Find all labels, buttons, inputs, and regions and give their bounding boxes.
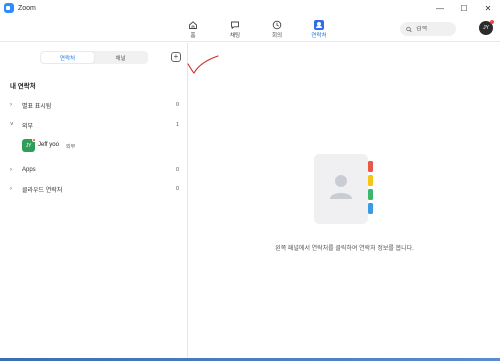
close-button[interactable]: ✕ — [476, 0, 500, 16]
empty-state-message: 왼쪽 패널에서 연락처를 클릭하여 연락처 정보를 봅니다. — [275, 246, 414, 252]
tab-meetings-label: 회의 — [271, 33, 283, 39]
window-title: Zoom — [18, 4, 36, 12]
profile-avatar-initials: JY — [483, 25, 489, 31]
tab-chat[interactable]: 채팅 — [214, 17, 256, 41]
search-icon — [406, 26, 412, 32]
address-book-icon — [314, 154, 373, 224]
group-apps[interactable]: › Apps 0 — [0, 163, 188, 177]
segment-channels[interactable]: 채널 — [94, 52, 147, 63]
home-icon — [188, 19, 199, 30]
group-label: 클라우드 연락처 — [22, 187, 63, 194]
group-count: 0 — [176, 102, 180, 108]
group-label: 외부 — [22, 123, 34, 130]
tab-home[interactable]: 홈 — [172, 17, 214, 41]
tab-contacts-label: 연락처 — [311, 33, 327, 39]
add-contact-button[interactable]: + — [171, 52, 181, 62]
top-navigation: 홈 채팅 회의 연락처 JY — [0, 16, 500, 42]
minimize-button[interactable]: — — [428, 0, 452, 16]
contacts-icon — [314, 19, 325, 30]
profile-avatar[interactable]: JY — [479, 20, 494, 35]
search-box[interactable] — [400, 22, 456, 36]
contact-name: Jeff yoo — [38, 142, 59, 148]
contact-avatar: JY — [22, 138, 36, 152]
contacts-sidebar: 연락처 채널 + 내 연락처 › 별표 표시됨 0 ˅ 외부 1 JY Jeff… — [0, 43, 188, 361]
chevron-right-icon: › — [10, 102, 12, 108]
group-count: 1 — [176, 122, 180, 128]
contact-detail-panel: 왼쪽 패널에서 연락처를 클릭하여 연락처 정보를 봅니다. — [189, 43, 500, 361]
chevron-right-icon: › — [10, 167, 12, 173]
contact-avatar-initials: JY — [25, 142, 32, 149]
search-input[interactable] — [416, 26, 456, 32]
tab-home-label: 홈 — [190, 33, 196, 39]
group-count: 0 — [176, 186, 180, 192]
presence-dot — [32, 138, 36, 142]
group-cloud-contacts[interactable]: › 클라우드 연락처 0 — [0, 182, 188, 196]
group-label: Apps — [22, 167, 36, 173]
contact-list-item[interactable]: JY Jeff yoo 외부 — [0, 138, 188, 153]
zoom-logo-icon — [4, 3, 14, 13]
chat-icon — [230, 19, 241, 30]
window-controls: — ☐ ✕ — [428, 0, 500, 16]
notification-dot — [490, 20, 494, 24]
title-bar: Zoom — ☐ ✕ — [0, 0, 500, 16]
group-starred[interactable]: › 별표 표시됨 0 — [0, 98, 188, 112]
maximize-button[interactable]: ☐ — [452, 0, 476, 16]
chevron-down-icon: ˅ — [10, 122, 14, 128]
contacts-channels-toggle: 연락처 채널 — [40, 51, 148, 64]
chevron-right-icon: › — [10, 186, 12, 192]
nav-tabs: 홈 채팅 회의 연락처 — [172, 17, 340, 41]
plus-icon: + — [173, 52, 179, 61]
group-count: 0 — [176, 167, 180, 173]
group-external[interactable]: ˅ 외부 1 — [0, 118, 188, 132]
tab-chat-label: 채팅 — [229, 33, 241, 39]
segment-contacts[interactable]: 연락처 — [41, 52, 94, 63]
tab-contacts[interactable]: 연락처 — [298, 17, 340, 41]
external-badge: 외부 — [66, 143, 76, 150]
group-label: 별표 표시됨 — [22, 103, 52, 110]
clock-icon — [272, 19, 283, 30]
my-contacts-heading: 내 연락처 — [10, 83, 36, 90]
tab-meetings[interactable]: 회의 — [256, 17, 298, 41]
